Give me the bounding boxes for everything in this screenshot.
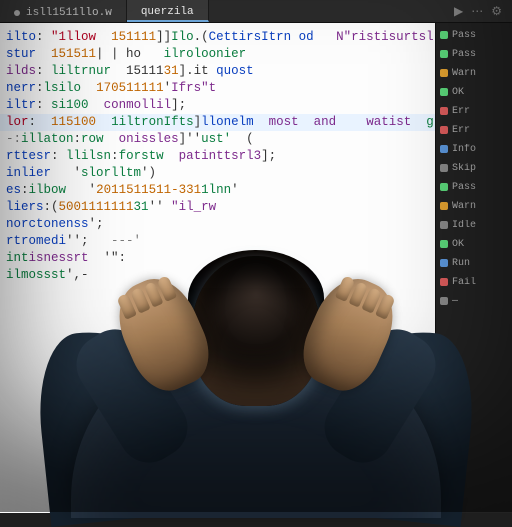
code-line[interactable]: es:ilbow '2011511511-3311lnn'	[0, 182, 435, 199]
code-editor[interactable]: ilto: "1llow 151111]]Ilo.(CettirsItrn od…	[0, 23, 435, 513]
result-row[interactable]: —	[440, 293, 508, 309]
status-swatch	[440, 107, 448, 115]
tab-bar: isll1511llo.w querzila ▶ ⋯ ⚙	[0, 0, 512, 23]
code-line[interactable]: iltr: si100 conmollil];	[0, 97, 435, 114]
result-row[interactable]: Pass	[440, 27, 508, 43]
result-row[interactable]: Fail	[440, 274, 508, 290]
code-line[interactable]: rttesr: llilsn:forstw patinttsrl3];	[0, 148, 435, 165]
result-row[interactable]: Warn	[440, 198, 508, 214]
code-line[interactable]: rtromedi''; ---'	[0, 233, 435, 250]
code-line[interactable]: stur 151511| | ho ilroloonier	[0, 46, 435, 63]
code-line[interactable]: intisnessrt '":	[0, 250, 435, 267]
result-row[interactable]: Idle	[440, 217, 508, 233]
code-line[interactable]: nerr:lsilo 170511111'Ifrs"t	[0, 80, 435, 97]
status-swatch	[440, 164, 448, 172]
ide-window: isll1511llo.w querzila ▶ ⋯ ⚙ ilto: "1llo…	[0, 0, 512, 512]
result-row[interactable]: Info	[440, 141, 508, 157]
status-swatch	[440, 259, 448, 267]
status-text: Skip	[452, 163, 476, 174]
status-swatch	[440, 297, 448, 305]
code-line[interactable]: ilto: "1llow 151111]]Ilo.(CettirsItrn od…	[0, 29, 435, 46]
status-swatch	[440, 221, 448, 229]
status-text: OK	[452, 87, 464, 98]
status-swatch	[440, 240, 448, 248]
more-icon[interactable]: ⋯	[471, 4, 483, 19]
status-text: Warn	[452, 68, 476, 79]
status-swatch	[440, 145, 448, 153]
status-text: Warn	[452, 201, 476, 212]
gear-icon[interactable]: ⚙	[491, 4, 502, 19]
status-swatch	[440, 202, 448, 210]
status-text: Err	[452, 106, 470, 117]
status-text: —	[452, 296, 458, 307]
result-row[interactable]: Err	[440, 122, 508, 138]
status-swatch	[440, 69, 448, 77]
result-row[interactable]: OK	[440, 236, 508, 252]
editor-tab-1[interactable]: isll1511llo.w	[0, 0, 127, 22]
status-swatch	[440, 278, 448, 286]
status-text: Pass	[452, 30, 476, 41]
status-swatch	[440, 183, 448, 191]
status-text: Pass	[452, 49, 476, 60]
result-row[interactable]: Pass	[440, 179, 508, 195]
status-swatch	[440, 50, 448, 58]
tab-label: querzila	[141, 6, 194, 18]
status-text: Err	[452, 125, 470, 136]
code-line[interactable]: inlier 'slorlltm')	[0, 165, 435, 182]
result-row[interactable]: Run	[440, 255, 508, 271]
code-line[interactable]: ilmossst',-	[0, 267, 435, 284]
code-line[interactable]: lor: 115100 1iltronIfts]llonelm most and…	[0, 114, 435, 131]
status-text: Info	[452, 144, 476, 155]
editor-tab-2[interactable]: querzila	[127, 0, 209, 22]
status-text: OK	[452, 239, 464, 250]
dirty-dot-icon	[14, 10, 20, 16]
result-row[interactable]: Err	[440, 103, 508, 119]
result-row[interactable]: Skip	[440, 160, 508, 176]
status-text: Pass	[452, 182, 476, 193]
status-swatch	[440, 126, 448, 134]
run-icon[interactable]: ▶	[454, 4, 463, 19]
code-line[interactable]: -:illaton:row onissles]''ust' (	[0, 131, 435, 148]
code-line[interactable]: ilds: liltrnur 1511131].it quost	[0, 63, 435, 80]
status-text: Run	[452, 258, 470, 269]
code-line[interactable]: liers:(500111111131'' "il_rw	[0, 199, 435, 216]
test-results-panel: Pass Pass Warn OK Err Err Info Skip Pass Warn Idle…	[435, 23, 512, 513]
result-row[interactable]: OK	[440, 84, 508, 100]
status-text: Fail	[452, 277, 476, 288]
code-line[interactable]: norctonenss';	[0, 216, 435, 233]
status-text: Idle	[452, 220, 476, 231]
result-row[interactable]: Pass	[440, 46, 508, 62]
tab-label: isll1511llo.w	[26, 7, 112, 19]
status-swatch	[440, 88, 448, 96]
status-swatch	[440, 31, 448, 39]
result-row[interactable]: Warn	[440, 65, 508, 81]
